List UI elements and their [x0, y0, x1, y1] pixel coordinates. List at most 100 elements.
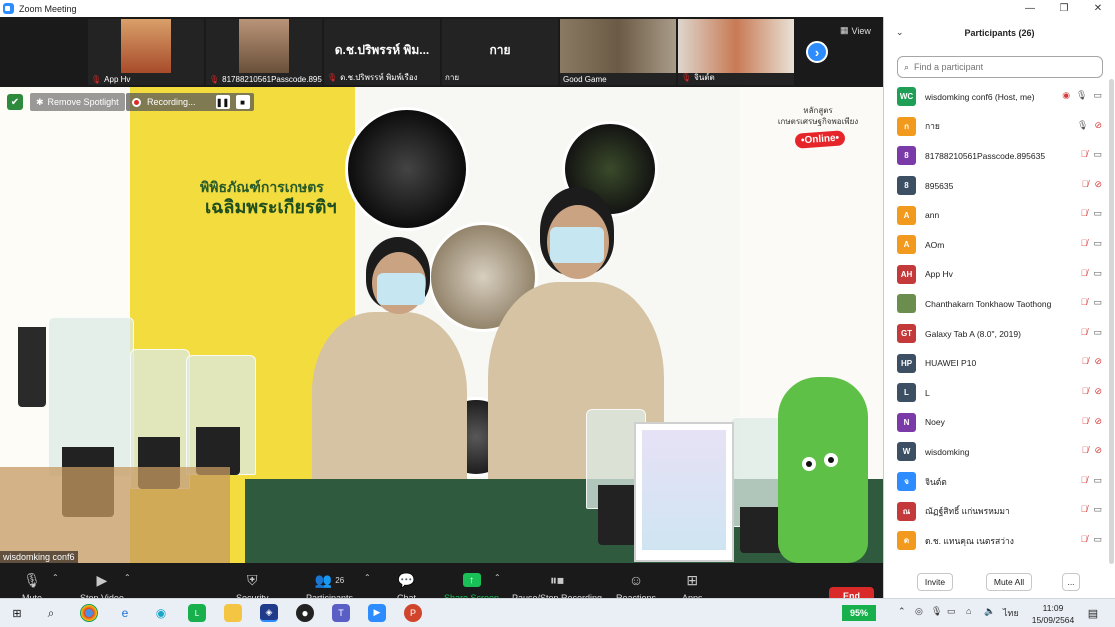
- mic-muted-icon[interactable]: 🎙̸: [1081, 297, 1088, 308]
- chrome-icon[interactable]: [80, 604, 98, 622]
- thumbnail-passcode[interactable]: 🎙81788210561Passcode.895635: [206, 19, 322, 85]
- mic-muted-icon[interactable]: 🎙̸: [1082, 416, 1089, 427]
- participant-row[interactable]: Wwisdomking 🎙̸ ⊘: [884, 437, 1106, 467]
- powerpoint-icon[interactable]: P: [404, 604, 422, 622]
- close-button[interactable]: ✕: [1081, 0, 1115, 17]
- participant-video: [560, 19, 676, 73]
- share-options-caret[interactable]: ⌃: [494, 573, 501, 582]
- microphone-icon[interactable]: 🎙: [1077, 120, 1088, 131]
- mute-all-button[interactable]: Mute All: [986, 573, 1032, 591]
- line-app-icon[interactable]: L: [188, 604, 206, 622]
- mic-muted-icon[interactable]: 🎙̸: [1082, 386, 1089, 397]
- mic-muted-icon[interactable]: 🎙̸: [1081, 504, 1088, 515]
- mic-muted-icon[interactable]: 🎙̸: [1081, 208, 1088, 219]
- video-camera-icon[interactable]: ▭: [1093, 208, 1102, 219]
- network-icon[interactable]: ⌂: [966, 606, 971, 616]
- tray-chevron-icon[interactable]: ⌃: [898, 606, 906, 617]
- mic-muted-icon[interactable]: 🎙̸: [1082, 179, 1089, 190]
- battery-icon[interactable]: ▭: [947, 606, 956, 617]
- start-windows-icon[interactable]: ⊞: [8, 604, 26, 622]
- mic-muted-icon[interactable]: 🎙̸: [1081, 327, 1088, 338]
- restore-button[interactable]: ❐: [1047, 0, 1081, 17]
- participants-options-caret[interactable]: ⌃: [364, 573, 371, 582]
- pause-recording-button[interactable]: ❚❚: [215, 95, 230, 109]
- clock[interactable]: 11:09 15/09/2564: [1030, 602, 1076, 626]
- video-camera-icon[interactable]: ▭: [1093, 327, 1102, 338]
- video-camera-icon[interactable]: ▭: [1093, 149, 1102, 160]
- mic-muted-icon[interactable]: 🎙̸: [1081, 534, 1088, 545]
- video-camera-icon[interactable]: ▭: [1093, 238, 1102, 249]
- volume-icon[interactable]: 🔈: [984, 606, 995, 617]
- participant-row[interactable]: ณ ณัฏฐ์สิทธิ์ แก่นพรหมมา 🎙̸ ▭: [884, 496, 1106, 526]
- participant-row[interactable]: 8 81788210561Passcode.895635 🎙̸ ▭: [884, 141, 1106, 171]
- encryption-shield-icon[interactable]: ✔: [7, 94, 23, 110]
- mic-muted-icon[interactable]: 🎙̸: [1082, 356, 1089, 367]
- invite-button[interactable]: Invite: [917, 573, 953, 591]
- edge-icon[interactable]: ◉: [152, 604, 170, 622]
- video-off-icon[interactable]: ⊘: [1094, 386, 1102, 397]
- microphone-icon[interactable]: 🎙: [1076, 90, 1087, 101]
- video-options-caret[interactable]: ⌃: [124, 573, 131, 582]
- video-camera-icon[interactable]: ▭: [1093, 475, 1102, 486]
- mic-muted-icon[interactable]: 🎙̸: [1081, 149, 1088, 160]
- battery-indicator[interactable]: 95%: [842, 605, 876, 621]
- mic-muted-icon[interactable]: 🎙̸: [1081, 268, 1088, 279]
- participant-row[interactable]: HP HUAWEI P10 🎙̸ ⊘: [884, 348, 1106, 378]
- thumbnail-jint[interactable]: 🎙 จินต์ต: [678, 19, 794, 85]
- view-label: View: [851, 25, 871, 36]
- participant-row[interactable]: GT Galaxy Tab A (8.0", 2019) 🎙̸ ▭: [884, 319, 1106, 349]
- view-button[interactable]: ▦ View: [840, 25, 871, 36]
- app-icon[interactable]: ◈: [260, 604, 278, 622]
- more-options-button[interactable]: ...: [1062, 573, 1080, 591]
- teams-icon[interactable]: T: [332, 604, 350, 622]
- remove-spotlight-button[interactable]: ✱ Remove Spotlight: [30, 93, 125, 111]
- participant-search[interactable]: ⌕: [897, 56, 1103, 78]
- audio-options-caret[interactable]: ⌃: [52, 573, 59, 582]
- recording-label: Recording...: [147, 97, 196, 107]
- file-explorer-icon[interactable]: [224, 604, 242, 622]
- thumbnail-good-game[interactable]: Good Game: [560, 19, 676, 85]
- participant-row[interactable]: ก กาย 🎙 ⊘: [884, 112, 1106, 142]
- video-off-icon[interactable]: ⊘: [1094, 445, 1102, 456]
- next-page-button[interactable]: ›: [806, 41, 828, 63]
- search-icon[interactable]: ⌕: [42, 604, 60, 622]
- thumbnail-app-hv[interactable]: 🎙 App Hv: [88, 19, 204, 85]
- obs-icon[interactable]: ●: [296, 604, 314, 622]
- participant-scrollbar[interactable]: [1109, 79, 1114, 564]
- participant-row[interactable]: Aann 🎙̸ ▭: [884, 200, 1106, 230]
- video-camera-icon[interactable]: ▭: [1093, 90, 1102, 101]
- video-off-icon[interactable]: ⊘: [1094, 120, 1102, 131]
- internet-explorer-icon[interactable]: e: [116, 604, 134, 622]
- participant-row[interactable]: ด ด.ช. แทนคุณ เนตรสว่าง 🎙̸ ▭: [884, 526, 1106, 556]
- thumbnail-parip[interactable]: ด.ช.ปริพรรห์ พิม... 🎙 ด.ช.ปริพรรห์ พิมพ์เ…: [324, 19, 440, 85]
- participant-row[interactable]: L L 🎙̸ ⊘: [884, 378, 1106, 408]
- participant-row[interactable]: Chanthakarn Tonkhaow Taothong 🎙̸ ▭: [884, 289, 1106, 319]
- video-camera-icon[interactable]: ▭: [1093, 268, 1102, 279]
- video-off-icon[interactable]: ⊘: [1094, 356, 1102, 367]
- video-off-icon[interactable]: ⊘: [1094, 179, 1102, 190]
- mic-muted-icon[interactable]: 🎙̸: [1081, 238, 1088, 249]
- video-off-icon[interactable]: ⊘: [1094, 416, 1102, 427]
- tray-tool-icon[interactable]: ◎: [915, 606, 923, 617]
- participant-row[interactable]: 8 895635 🎙̸ ⊘: [884, 171, 1106, 201]
- avatar: 8: [897, 146, 916, 166]
- zoom-taskbar-icon[interactable]: ▶: [368, 604, 386, 622]
- minimize-button[interactable]: —: [1013, 0, 1047, 17]
- search-input[interactable]: [914, 62, 1085, 72]
- participant-row[interactable]: WC wisdomking conf6 (Host, me) ◉ 🎙 ▭: [884, 82, 1106, 112]
- thumbnail-kai[interactable]: กาย กาย: [442, 19, 558, 85]
- mic-muted-icon[interactable]: 🎙̸: [1082, 445, 1089, 456]
- video-camera-icon[interactable]: ▭: [1093, 534, 1102, 545]
- participant-row[interactable]: A AOm 🎙̸ ▭: [884, 230, 1106, 260]
- participant-row[interactable]: จ จินต์ต 🎙̸ ▭: [884, 467, 1106, 497]
- language-indicator[interactable]: ไทย: [1003, 606, 1019, 620]
- participant-row[interactable]: AH App Hv 🎙̸ ▭: [884, 260, 1106, 290]
- collapse-chevron-icon[interactable]: ⌄: [896, 27, 904, 38]
- notifications-icon[interactable]: ▤: [1084, 604, 1102, 622]
- video-camera-icon[interactable]: ▭: [1093, 297, 1102, 308]
- participant-row[interactable]: N Noey 🎙̸ ⊘: [884, 408, 1106, 438]
- tray-mic-icon[interactable]: 🎙: [931, 606, 942, 617]
- stop-recording-button[interactable]: ■: [235, 95, 250, 109]
- mic-muted-icon[interactable]: 🎙̸: [1081, 475, 1088, 486]
- video-camera-icon[interactable]: ▭: [1093, 504, 1102, 515]
